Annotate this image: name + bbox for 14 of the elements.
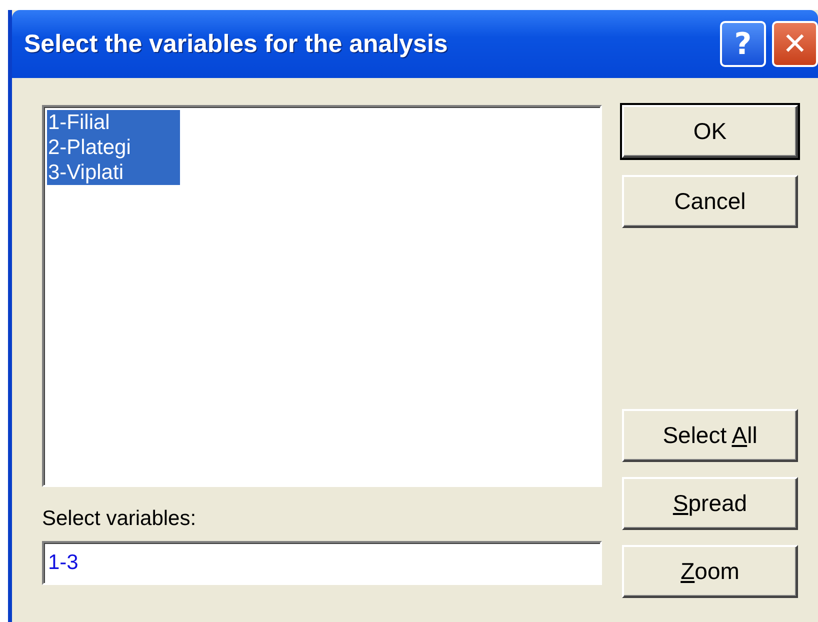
close-button[interactable]: ✕ [772,21,818,67]
variable-list[interactable]: 1-Filial 2-Plategi 3-Viplati [42,105,602,487]
input-field[interactable]: 1-3 [42,541,602,585]
dialog-button[interactable]: Select All [622,409,798,462]
dialog-button[interactable]: OK [622,105,798,158]
window-title: Select the variables for the analysis [24,30,449,58]
list-item[interactable]: 3-Viplati [47,160,180,185]
dialog-button[interactable]: Zoom [622,545,798,598]
field-label: Select variables: [42,507,198,531]
list-item[interactable]: 2-Plategi [47,135,180,160]
list-item[interactable]: 1-Filial [47,110,180,135]
dialog-button[interactable]: Cancel [622,175,798,228]
dialog-button[interactable]: Spread [622,477,798,530]
help-button[interactable]: ? [720,21,766,67]
